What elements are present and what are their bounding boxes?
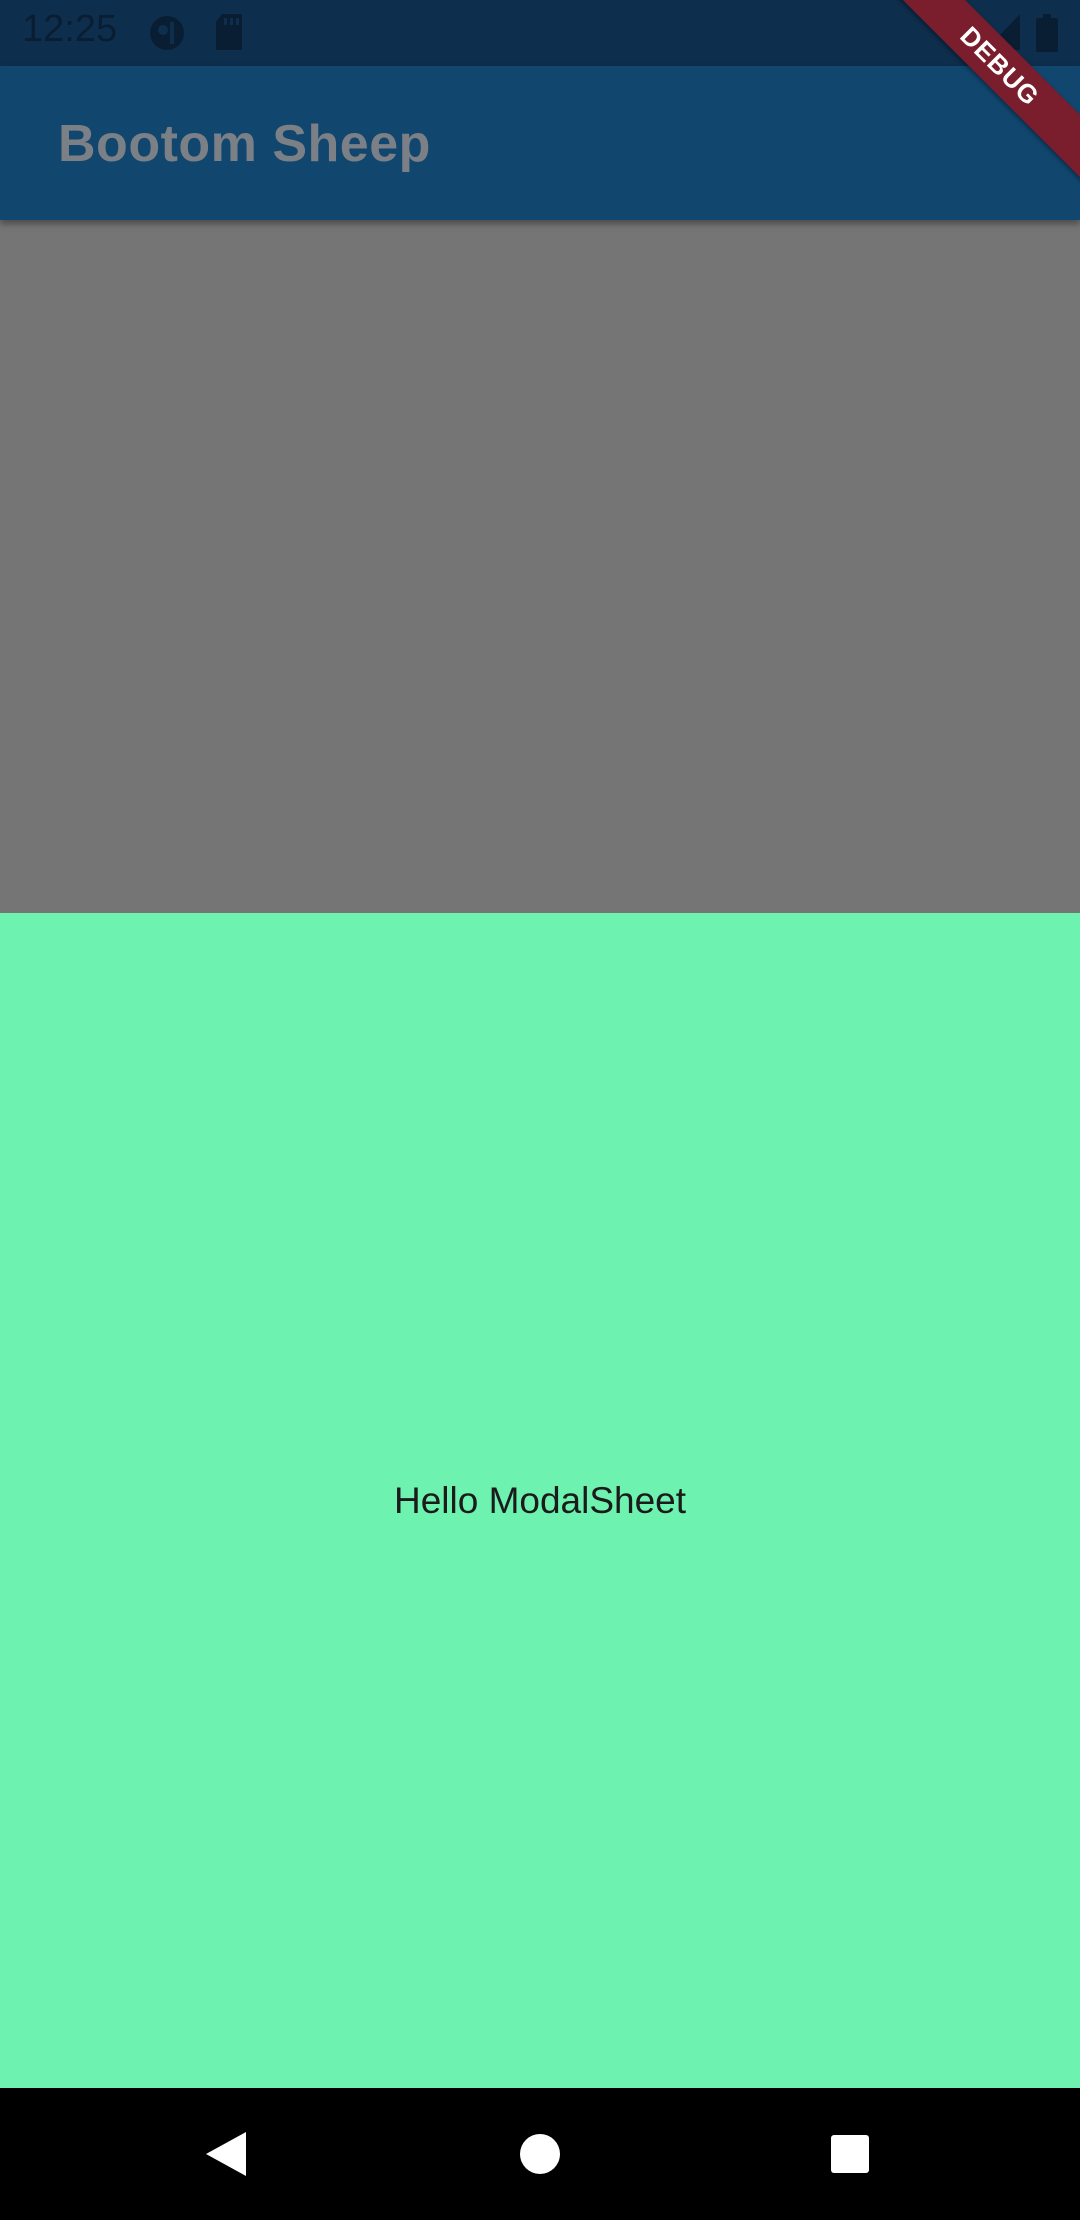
navigation-bar [0,2088,1080,2220]
bottom-sheet-text: Hello ModalSheet [393,1479,687,1521]
status-bar: 12:25 [0,0,1080,66]
home-icon [520,2134,560,2174]
home-button[interactable] [504,2118,576,2190]
battery-icon [1036,14,1058,57]
app-title: Bootom Sheep [58,115,431,173]
recents-icon [831,2135,869,2173]
modal-scrim[interactable] [0,220,1080,913]
sd-card-icon [214,14,244,55]
back-icon [206,2132,246,2176]
app-bar: Bootom Sheep [0,66,1080,220]
status-time: 12:25 [22,8,118,50]
app-notification-icon [148,14,186,57]
wifi-icon [936,14,980,55]
back-button[interactable] [190,2118,262,2190]
bottom-sheet: Hello ModalSheet [0,913,1080,2088]
signal-icon [986,14,1020,55]
recents-button[interactable] [814,2118,886,2190]
phone-screen: 12:25 Bootom Sheep Hello ModalSheet DEBU… [0,0,1080,2220]
